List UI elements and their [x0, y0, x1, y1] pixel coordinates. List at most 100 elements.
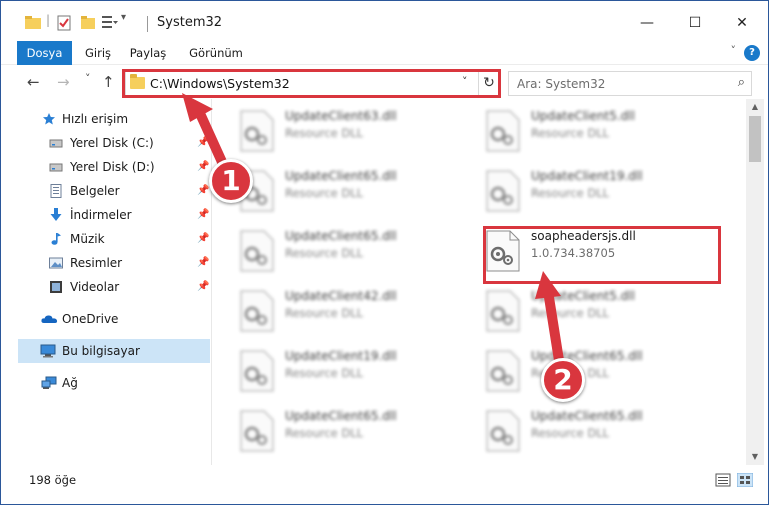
- file-explorer-window: | ▾ System32 — ☐ ✕ Dosya Giriş Paylaş Gö…: [0, 0, 769, 505]
- minimize-button[interactable]: —: [637, 13, 657, 33]
- search-icon[interactable]: ⌕: [738, 75, 745, 90]
- close-button[interactable]: ✕: [732, 13, 752, 33]
- file-highlight: [483, 226, 721, 284]
- documents-icon: [50, 184, 62, 198]
- dll-file-icon: [486, 350, 520, 392]
- music-icon: [51, 233, 61, 245]
- title-bar: | ▾ System32 — ☐ ✕: [1, 1, 768, 41]
- recent-locations-button[interactable]: ˅: [85, 72, 91, 85]
- address-bar-highlight: [122, 69, 501, 98]
- file-item[interactable]: UpdateClient65.dll Resource DLL: [213, 401, 453, 455]
- dll-file-icon: [240, 110, 274, 152]
- forward-button[interactable]: →: [57, 73, 70, 91]
- sidebar-item-label: Belgeler: [70, 184, 120, 198]
- dll-file-icon: [240, 350, 274, 392]
- window-title: System32: [157, 15, 223, 30]
- file-item[interactable]: UpdateClient63.dll Resource DLL: [213, 101, 453, 155]
- sidebar-item-network[interactable]: Ağ: [1, 371, 211, 395]
- search-box[interactable]: ⌕: [508, 71, 752, 96]
- file-name: UpdateClient19.dll: [531, 169, 643, 183]
- title-separator: [147, 16, 148, 32]
- file-name: UpdateClient42.dll: [285, 289, 397, 303]
- quick-access-dropdown-icon[interactable]: ▾: [121, 12, 126, 23]
- sidebar-item-pictures[interactable]: Resimler 📌: [1, 251, 211, 275]
- pin-icon[interactable]: 📌: [197, 227, 209, 251]
- file-description: Resource DLL: [531, 186, 610, 200]
- file-description: Resource DLL: [285, 246, 364, 260]
- file-item[interactable]: UpdateClient5.dll Resource DLL: [459, 281, 699, 335]
- drive-icon: [49, 163, 63, 172]
- file-item[interactable]: UpdateClient5.dll Resource DLL: [459, 101, 699, 155]
- pin-icon[interactable]: 📌: [197, 251, 209, 275]
- pin-icon[interactable]: 📌: [197, 275, 209, 299]
- file-item[interactable]: UpdateClient65.dll Resource DLL: [213, 221, 453, 275]
- sidebar-item-videos[interactable]: Videolar 📌: [1, 275, 211, 299]
- details-view-icon[interactable]: [715, 473, 731, 487]
- pin-icon[interactable]: 📌: [197, 203, 209, 227]
- status-bar: 198 öğe: [1, 465, 768, 504]
- star-icon: [43, 113, 55, 125]
- annotation-marker-2: 2: [541, 358, 585, 402]
- file-description: Resource DLL: [285, 366, 364, 380]
- file-description: Resource DLL: [285, 186, 364, 200]
- properties-icon[interactable]: [57, 15, 71, 31]
- up-button[interactable]: ↑: [102, 73, 115, 91]
- pin-icon[interactable]: 📌: [197, 131, 209, 155]
- sidebar-item-label: Yerel Disk (D:): [70, 160, 155, 174]
- drive-icon: [49, 139, 63, 148]
- sidebar-item-downloads[interactable]: İndirmeler 📌: [1, 203, 211, 227]
- ribbon-tabs: Dosya Giriş Paylaş Görünüm ˅ ?: [1, 41, 768, 65]
- sidebar-item-this-pc[interactable]: Bu bilgisayar: [18, 339, 210, 363]
- customize-toolbar-icon[interactable]: [102, 15, 118, 29]
- file-item[interactable]: UpdateClient19.dll Resource DLL: [459, 161, 699, 215]
- search-input[interactable]: [509, 72, 719, 95]
- tab-dosya[interactable]: Dosya: [17, 41, 72, 65]
- pin-icon[interactable]: 📌: [197, 155, 209, 179]
- tab-paylas[interactable]: Paylaş: [122, 41, 174, 65]
- sidebar-item-label: Resimler: [70, 256, 123, 270]
- tab-gorunum[interactable]: Görünüm: [182, 41, 250, 65]
- new-folder-icon[interactable]: [81, 15, 95, 29]
- file-description: Resource DLL: [531, 426, 610, 440]
- sidebar-item-music[interactable]: Müzik 📌: [1, 227, 211, 251]
- network-icon: [41, 376, 57, 389]
- back-button[interactable]: ←: [27, 73, 40, 91]
- maximize-button[interactable]: ☐: [685, 13, 705, 33]
- file-name: UpdateClient65.dll: [285, 169, 397, 183]
- large-icons-view-icon[interactable]: [737, 473, 753, 487]
- file-name: UpdateClient65.dll: [531, 409, 643, 423]
- sidebar-item-documents[interactable]: Belgeler 📌: [1, 179, 211, 203]
- file-item[interactable]: UpdateClient19.dll Resource DLL: [213, 341, 453, 395]
- sidebar-item-label: Bu bilgisayar: [62, 344, 140, 358]
- file-description: Resource DLL: [285, 126, 364, 140]
- file-description: Resource DLL: [285, 426, 364, 440]
- file-item[interactable]: UpdateClient65.dll Resource DLL: [459, 401, 699, 455]
- dll-file-icon: [486, 170, 520, 212]
- cloud-icon: [41, 315, 58, 323]
- dll-file-icon: [486, 110, 520, 152]
- scroll-up-icon[interactable]: ▲: [746, 99, 764, 115]
- scroll-thumb[interactable]: [749, 116, 761, 162]
- file-name: UpdateClient65.dll: [285, 229, 397, 243]
- navigation-pane: Hızlı erişim Yerel Disk (C:) 📌 Yerel Dis…: [1, 99, 212, 465]
- sidebar-item-disk-d[interactable]: Yerel Disk (D:) 📌: [1, 155, 211, 179]
- dll-file-icon: [240, 290, 274, 332]
- expand-ribbon-icon[interactable]: ˅: [731, 44, 737, 57]
- sidebar-item-label: Videolar: [70, 280, 120, 294]
- file-name: UpdateClient19.dll: [285, 349, 397, 363]
- dll-file-icon: [486, 410, 520, 452]
- download-icon: [50, 208, 62, 221]
- vertical-scrollbar[interactable]: ▲ ▼: [746, 99, 764, 465]
- annotation-marker-1: 1: [209, 159, 253, 203]
- tab-giris[interactable]: Giriş: [76, 41, 120, 65]
- help-button[interactable]: ?: [744, 45, 760, 61]
- sidebar-item-disk-c[interactable]: Yerel Disk (C:) 📌: [1, 131, 211, 155]
- file-description: Resource DLL: [531, 306, 610, 320]
- sidebar-item-quick-access[interactable]: Hızlı erişim: [1, 107, 211, 131]
- dll-file-icon: [240, 410, 274, 452]
- sidebar-item-onedrive[interactable]: OneDrive: [1, 307, 211, 331]
- scroll-down-icon[interactable]: ▼: [746, 449, 764, 465]
- file-name: UpdateClient63.dll: [285, 109, 397, 123]
- pin-icon[interactable]: 📌: [197, 179, 209, 203]
- file-item[interactable]: UpdateClient42.dll Resource DLL: [213, 281, 453, 335]
